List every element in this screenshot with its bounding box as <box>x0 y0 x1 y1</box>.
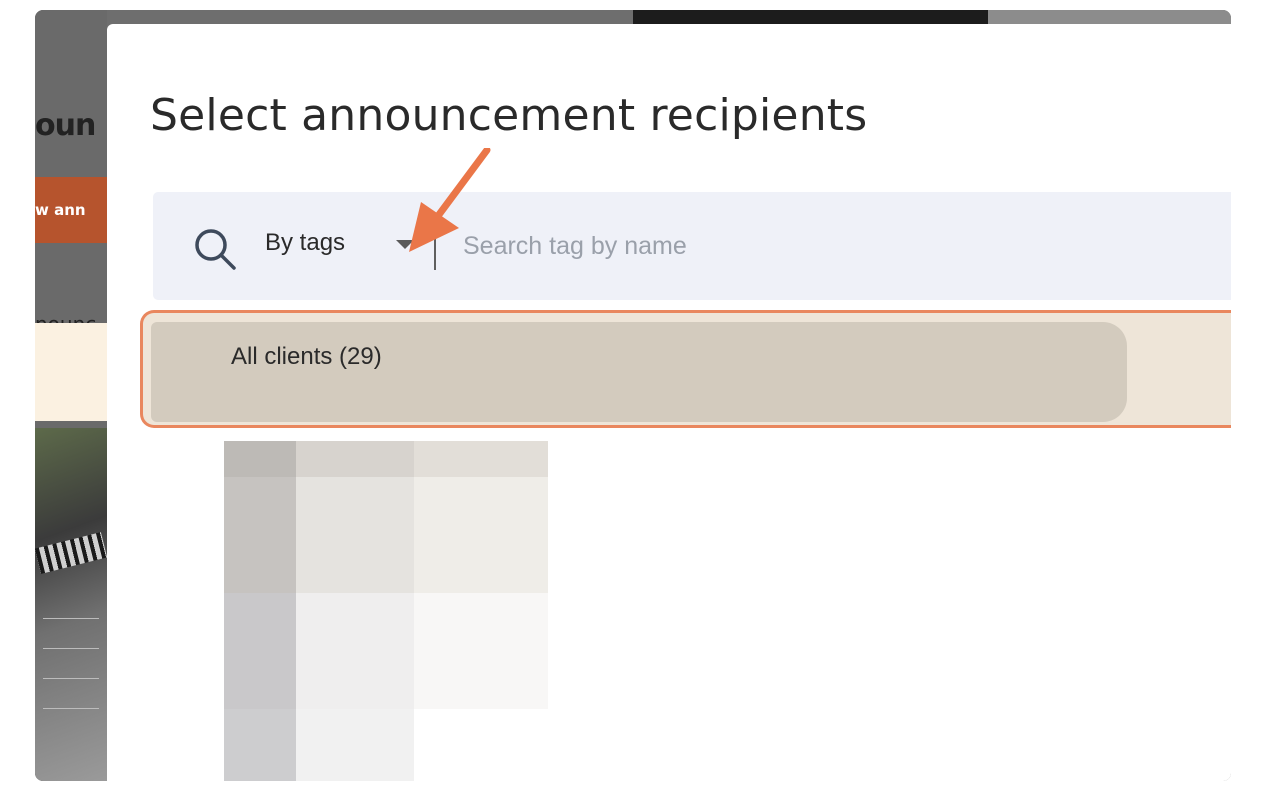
background-page-heading: oun <box>35 108 96 143</box>
search-bar: By tags <box>153 192 1231 300</box>
background-photo <box>35 428 107 781</box>
search-tag-input[interactable] <box>453 226 1173 266</box>
list-item-label: All clients (29) <box>231 343 382 370</box>
blurred-tile <box>296 709 414 781</box>
photo-paper-line <box>43 648 99 649</box>
blurred-content <box>188 437 548 781</box>
search-icon <box>195 229 236 270</box>
blurred-tile <box>296 441 414 477</box>
blurred-tile <box>224 441 296 477</box>
modal-title: Select announcement recipients <box>150 90 868 141</box>
blurred-tile <box>414 593 548 709</box>
list-item-fill <box>151 322 1127 422</box>
blurred-tile <box>296 593 414 709</box>
blurred-tile <box>224 709 296 781</box>
blurred-tile <box>224 477 296 593</box>
arrow-callout-icon <box>409 148 491 252</box>
blurred-tile <box>296 477 414 593</box>
blurred-tile <box>224 593 296 709</box>
search-mode-selector[interactable]: By tags <box>265 229 345 257</box>
photo-paper-line <box>43 678 99 679</box>
photo-paper-line <box>43 618 99 619</box>
blurred-tile <box>414 441 548 477</box>
screenshot-frame: oun w ann nounc Select announcement reci… <box>35 10 1231 781</box>
photo-paper-line <box>43 708 99 709</box>
list-item-all-clients[interactable]: All clients (29) <box>140 310 1231 428</box>
background-new-announcement-button: w ann <box>35 177 107 243</box>
blurred-tile <box>414 477 548 593</box>
